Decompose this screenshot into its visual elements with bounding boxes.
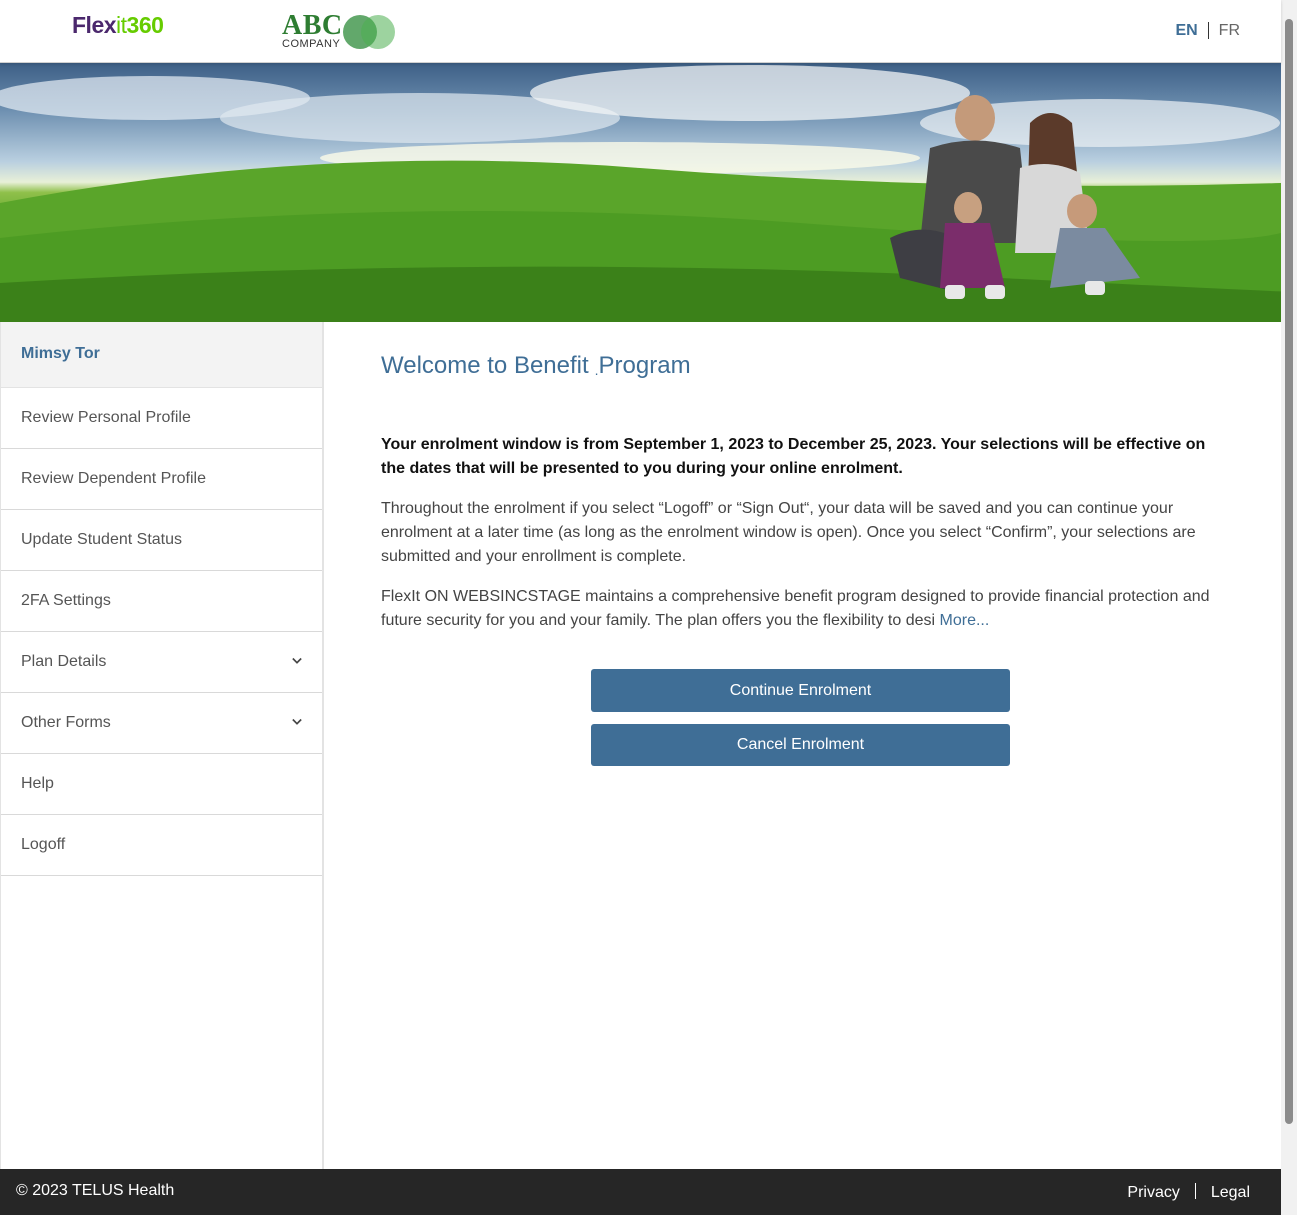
enrolment-info-paragraph: Throughout the enrolment if you select “… [381, 500, 1196, 565]
sidebar-item-plan-details[interactable]: Plan Details [1, 632, 322, 693]
legal-link[interactable]: Legal [1211, 1184, 1250, 1201]
cancel-enrolment-button[interactable]: Cancel Enrolment [591, 724, 1010, 766]
footer-links: Privacy Legal [1127, 1183, 1250, 1202]
footer-divider [1194, 1183, 1196, 1199]
language-switcher: EN FR [1175, 22, 1240, 40]
scrollbar-thumb[interactable] [1285, 19, 1293, 1124]
page-footer: © 2023 TELUS Health Privacy Legal [0, 1169, 1281, 1215]
program-description: FlexIt ON WEBSINCSTAGE maintains a compr… [381, 588, 1210, 629]
sidebar-item-review-personal-profile[interactable]: Review Personal Profile [1, 388, 322, 449]
sidebar-item-logoff[interactable]: Logoff [1, 815, 322, 876]
page-title: Welcome to Benefit .Program [381, 352, 691, 379]
family-field-illustration [0, 65, 1281, 322]
chevron-down-icon [292, 718, 302, 725]
enrolment-window-notice: Your enrolment window is from September … [381, 436, 1206, 477]
chevron-down-icon [292, 657, 302, 664]
language-fr-link[interactable]: FR [1209, 22, 1240, 39]
main-content: Welcome to Benefit .Program Your enrolmen… [381, 322, 1221, 766]
page-scrollbar[interactable] [1281, 0, 1297, 1215]
sidebar-user-name: Mimsy Tor [1, 322, 322, 388]
more-link[interactable]: More... [940, 612, 990, 629]
company-logo: ABC COMPANY [282, 12, 402, 52]
sidebar-item-update-student-status[interactable]: Update Student Status [1, 510, 322, 571]
sidebar-item-review-dependent-profile[interactable]: Review Dependent Profile [1, 449, 322, 510]
top-header: Flexit360 ABC COMPANY EN FR [0, 0, 1281, 63]
flexit-logo[interactable]: Flexit360 [72, 12, 164, 39]
hero-banner-image [0, 63, 1281, 322]
language-en-link[interactable]: EN [1175, 22, 1209, 39]
continue-enrolment-button[interactable]: Continue Enrolment [591, 669, 1010, 712]
privacy-link[interactable]: Privacy [1127, 1184, 1179, 1201]
sidebar-item-other-forms[interactable]: Other Forms [1, 693, 322, 754]
sidebar-nav: Mimsy Tor Review Personal Profile Review… [0, 322, 324, 1169]
sidebar-item-help[interactable]: Help [1, 754, 322, 815]
copyright-text: © 2023 TELUS Health [16, 1182, 175, 1199]
logo-circle-icon [361, 15, 395, 49]
sidebar-item-2fa-settings[interactable]: 2FA Settings [1, 571, 322, 632]
